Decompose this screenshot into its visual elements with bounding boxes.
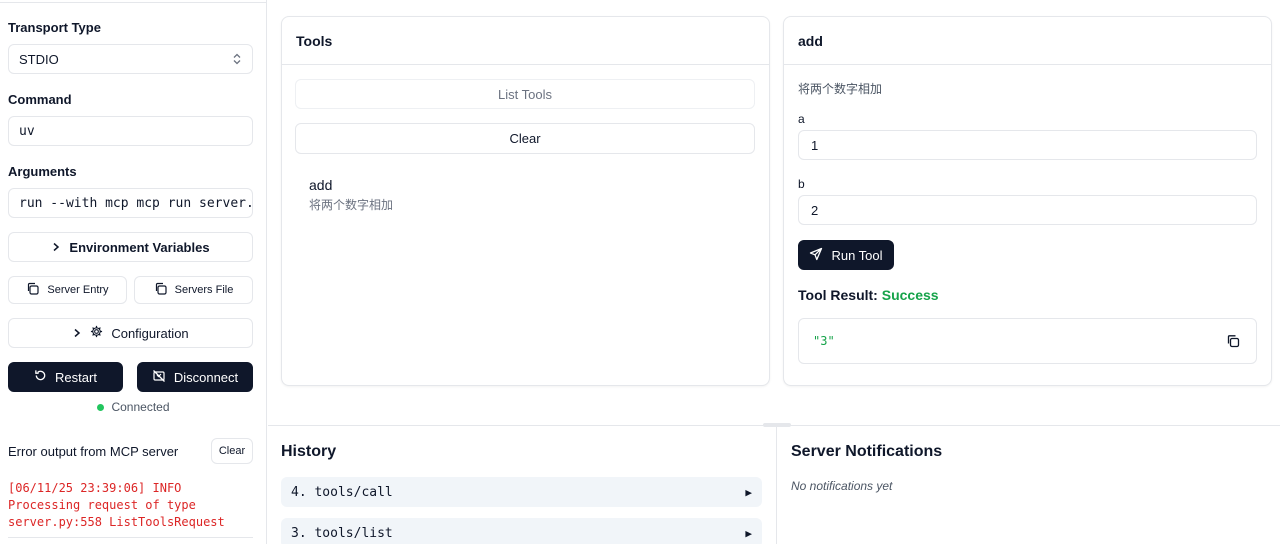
- tool-detail-title: add: [784, 17, 1271, 65]
- environment-variables-label: Environment Variables: [69, 239, 210, 255]
- tools-clear-button[interactable]: Clear: [295, 123, 755, 154]
- error-log-divider: [8, 537, 253, 538]
- history-item-label: 4. tools/call: [291, 484, 393, 500]
- error-clear-label: Clear: [218, 445, 246, 457]
- servers-file-label: Servers File: [174, 284, 234, 296]
- gear-icon: [90, 325, 103, 341]
- param-b-input[interactable]: 2: [798, 195, 1257, 225]
- chevron-right-icon: [51, 240, 61, 255]
- server-notifications-title: Server Notifications: [791, 443, 943, 460]
- command-input[interactable]: uv: [8, 116, 253, 146]
- arguments-label: Arguments: [8, 164, 77, 179]
- list-tools-button[interactable]: List Tools: [295, 79, 755, 109]
- history-item-label: 3. tools/list: [291, 525, 393, 541]
- tool-description: 将两个数字相加: [309, 198, 394, 212]
- configuration-label: Configuration: [111, 325, 189, 341]
- transport-type-select[interactable]: STDIO: [8, 44, 253, 74]
- chevron-right-icon: [72, 326, 82, 341]
- connection-status: Connected: [0, 400, 267, 414]
- tools-panel-title: Tools: [282, 17, 769, 65]
- command-label: Command: [8, 92, 72, 107]
- environment-variables-button[interactable]: Environment Variables: [8, 232, 253, 262]
- configuration-button[interactable]: Configuration: [8, 318, 253, 348]
- param-b-value: 2: [811, 202, 819, 218]
- history-item[interactable]: 3. tools/list ▶: [281, 518, 762, 544]
- tool-detail-description: 将两个数字相加: [798, 82, 883, 96]
- command-value: uv: [19, 123, 35, 139]
- copy-icon: [154, 282, 167, 298]
- disconnect-label: Disconnect: [173, 369, 239, 385]
- arguments-value: run --with mcp mcp run server.p: [19, 195, 253, 211]
- history-item[interactable]: 4. tools/call ▶: [281, 477, 762, 507]
- restart-icon: [34, 369, 47, 385]
- error-output-title: Error output from MCP server: [8, 444, 179, 459]
- server-entry-label: Server Entry: [47, 284, 109, 296]
- tool-result-status: Success: [881, 287, 939, 303]
- unplug-icon: [152, 369, 166, 386]
- param-b-label: b: [798, 177, 805, 191]
- send-icon: [809, 247, 823, 264]
- tool-result-value: "3": [813, 334, 835, 348]
- arguments-input[interactable]: run --with mcp mcp run server.p: [8, 188, 253, 218]
- param-a-label: a: [798, 112, 805, 126]
- copy-icon: [26, 282, 40, 298]
- error-clear-button[interactable]: Clear: [211, 438, 253, 464]
- status-text: Connected: [111, 400, 170, 414]
- tool-result-heading: Tool Result: Success: [798, 287, 939, 303]
- server-entry-button[interactable]: Server Entry: [8, 276, 127, 304]
- history-title: History: [281, 443, 337, 460]
- list-tools-label: List Tools: [498, 86, 552, 102]
- expand-arrow-icon: ▶: [745, 526, 752, 540]
- expand-arrow-icon: ▶: [745, 485, 752, 499]
- run-tool-label: Run Tool: [831, 247, 883, 263]
- tools-clear-label: Clear: [509, 131, 541, 146]
- resize-handle[interactable]: [763, 423, 791, 427]
- sidebar-top-divider: [0, 2, 266, 3]
- status-dot: [97, 403, 105, 411]
- run-tool-button[interactable]: Run Tool: [798, 240, 894, 270]
- transport-type-label: Transport Type: [8, 20, 101, 35]
- sidebar: Transport Type STDIO Command uv Argument…: [0, 0, 267, 544]
- transport-type-value: STDIO: [19, 51, 59, 67]
- tool-list-item[interactable]: add 将两个数字相加: [309, 177, 739, 213]
- disconnect-button[interactable]: Disconnect: [137, 362, 253, 392]
- notifications-empty-text: No notifications yet: [791, 479, 893, 493]
- tool-name: add: [309, 177, 333, 193]
- error-log: [06/11/25 23:39:06] INFO Processing requ…: [8, 481, 225, 529]
- bottom-panel-divider: [776, 426, 777, 544]
- copy-icon[interactable]: [1226, 334, 1240, 353]
- restart-button[interactable]: Restart: [8, 362, 123, 392]
- param-a-value: 1: [811, 137, 819, 153]
- chevron-updown-icon: [232, 53, 242, 65]
- restart-label: Restart: [55, 369, 97, 385]
- tool-result-box: "3": [798, 318, 1257, 364]
- tool-result-label: Tool Result:: [798, 287, 878, 303]
- servers-file-button[interactable]: Servers File: [134, 276, 253, 304]
- param-a-input[interactable]: 1: [798, 130, 1257, 160]
